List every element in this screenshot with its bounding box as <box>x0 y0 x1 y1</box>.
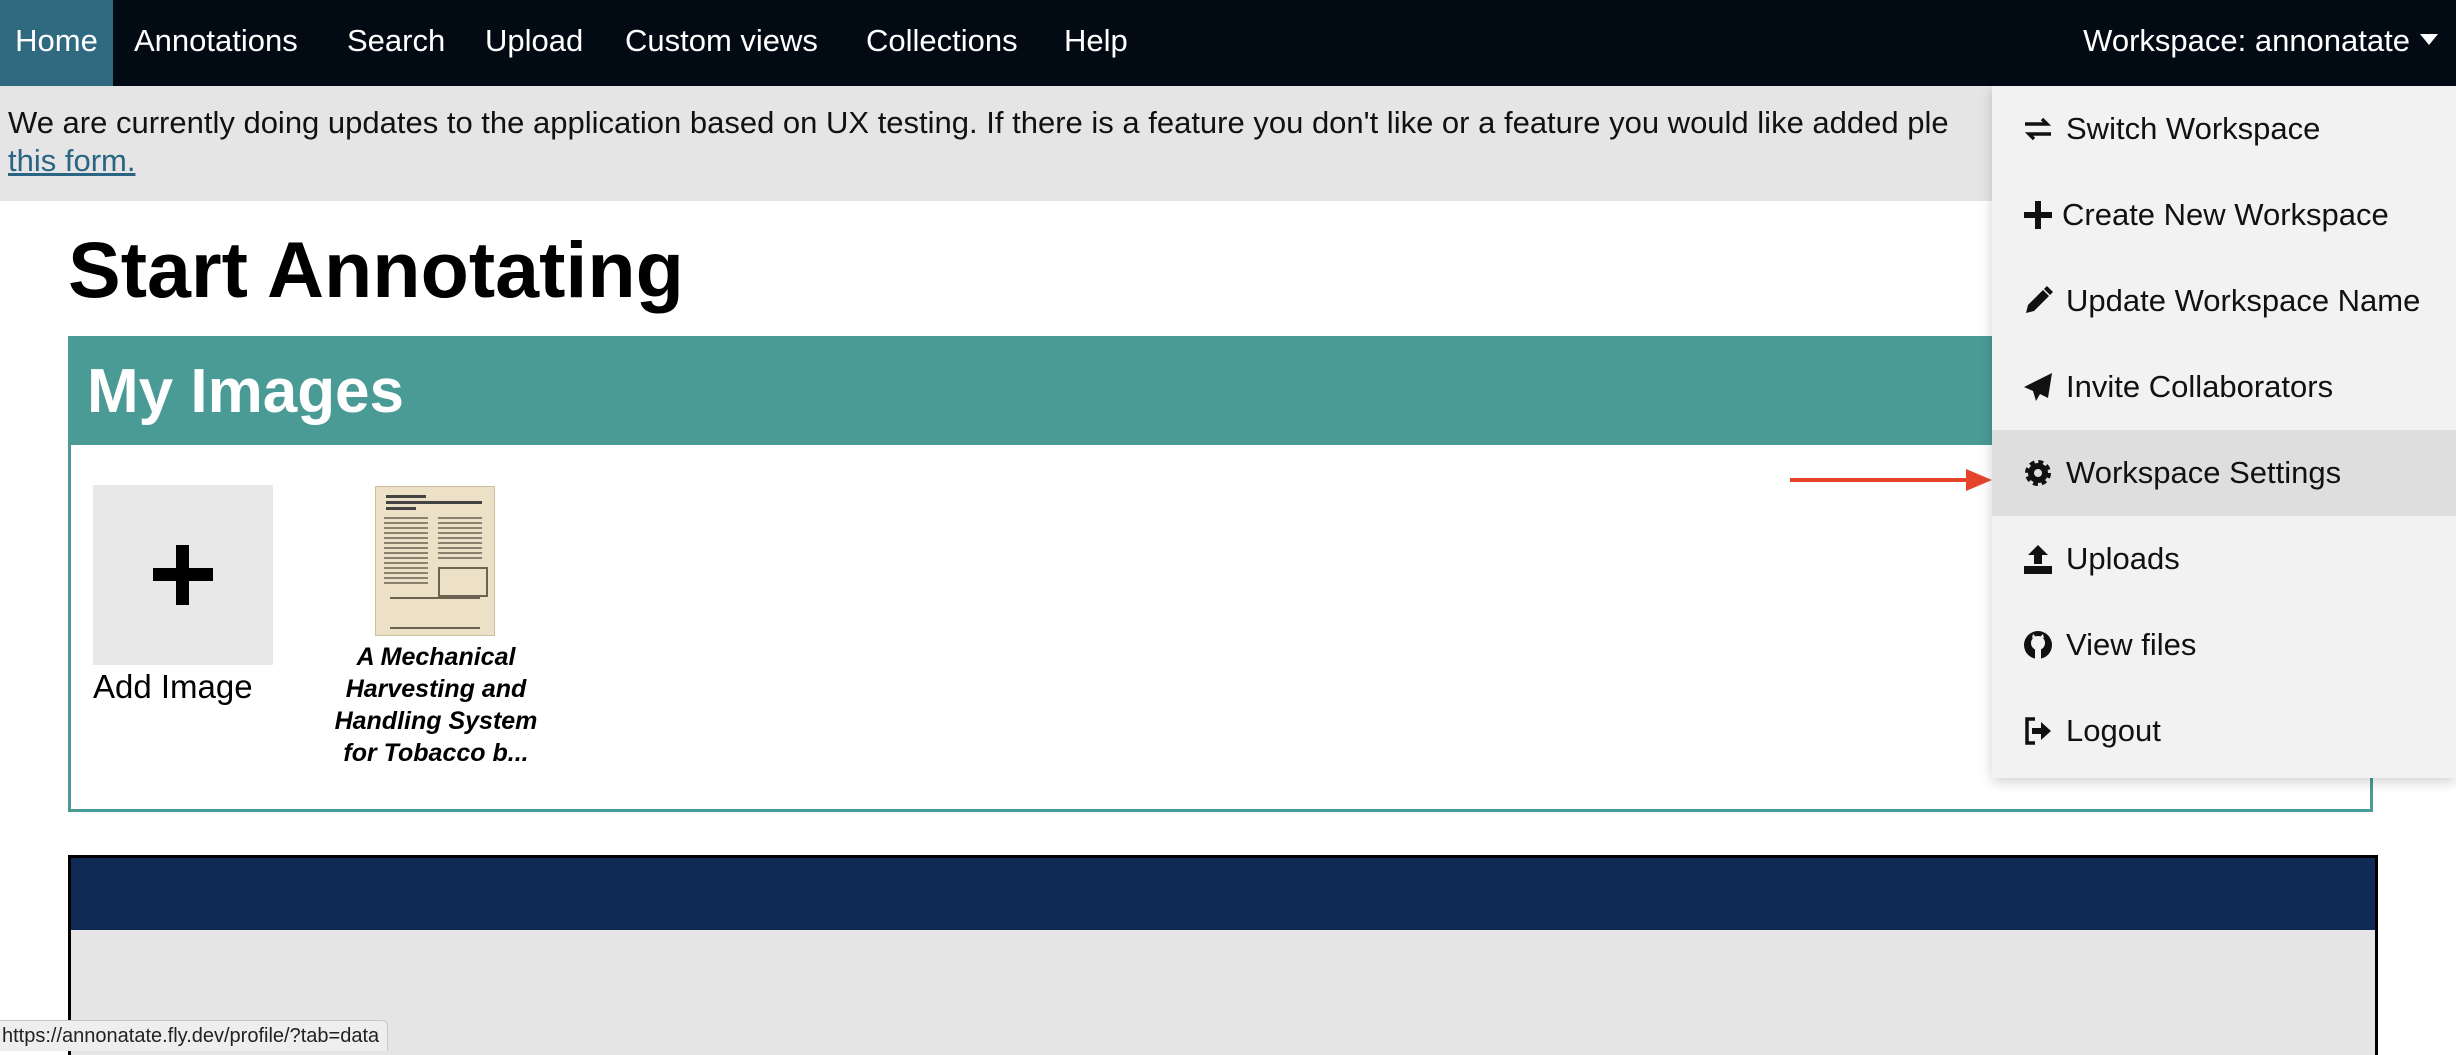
upload-icon <box>2024 545 2052 574</box>
menu-logout[interactable]: Logout <box>1992 688 2456 774</box>
menu-label: Switch Workspace <box>2066 111 2321 146</box>
workspace-menu: Switch Workspace Create New Workspace Up… <box>1992 86 2456 778</box>
menu-label: Update Workspace Name <box>2066 283 2421 318</box>
menu-switch-workspace[interactable]: Switch Workspace <box>1992 86 2456 172</box>
caret-down-icon <box>2420 34 2438 46</box>
top-navbar: Home Annotations Search Upload Custom vi… <box>0 0 2456 86</box>
annotation-arrow <box>1790 478 1970 482</box>
menu-invite-collaborators[interactable]: Invite Collaborators <box>1992 344 2456 430</box>
gear-icon <box>2025 460 2051 486</box>
nav-home[interactable]: Home <box>0 0 113 86</box>
notice-text: We are currently doing updates to the ap… <box>8 105 1949 140</box>
link-status-bar: https://annonatate.fly.dev/profile/?tab=… <box>0 1020 389 1051</box>
menu-label: Create New Workspace <box>2062 197 2389 232</box>
plus-icon <box>2024 201 2052 229</box>
arrow-head-icon <box>1966 469 1992 491</box>
nav-help[interactable]: Help <box>1064 0 1128 86</box>
menu-label: Invite Collaborators <box>2066 369 2334 404</box>
collections-card <box>68 855 2378 1055</box>
page-title: Start Annotating <box>68 225 684 314</box>
workspace-dropdown-toggle[interactable]: Workspace: annonatate <box>2083 0 2438 86</box>
menu-label: View files <box>2066 627 2197 662</box>
paper-plane-icon <box>2024 373 2052 401</box>
my-images-title: My Images <box>87 357 405 426</box>
github-icon <box>2024 631 2052 659</box>
menu-uploads[interactable]: Uploads <box>1992 516 2456 602</box>
menu-label: Logout <box>2066 713 2161 748</box>
image-caption[interactable]: A Mechanical Harvesting and Handling Sys… <box>326 641 546 769</box>
workspace-label: Workspace: annonatate <box>2083 23 2410 58</box>
nav-annotations[interactable]: Annotations <box>134 0 298 86</box>
menu-label: Uploads <box>2066 541 2180 576</box>
add-image-label[interactable]: Add Image <box>93 667 253 707</box>
menu-create-workspace[interactable]: Create New Workspace <box>1992 172 2456 258</box>
menu-update-workspace-name[interactable]: Update Workspace Name <box>1992 258 2456 344</box>
nav-collections[interactable]: Collections <box>866 0 1018 86</box>
nav-custom-views[interactable]: Custom views <box>625 0 818 86</box>
exchange-icon <box>2024 117 2052 141</box>
pencil-icon <box>2026 286 2053 313</box>
nav-search[interactable]: Search <box>347 0 445 86</box>
nav-upload[interactable]: Upload <box>485 0 583 86</box>
collections-card-header <box>71 858 2375 930</box>
menu-view-files[interactable]: View files <box>1992 602 2456 688</box>
menu-workspace-settings[interactable]: Workspace Settings <box>1992 430 2456 516</box>
menu-label: Workspace Settings <box>2066 455 2342 490</box>
notice-form-link[interactable]: this form. <box>8 142 135 180</box>
add-image-button[interactable] <box>93 485 273 665</box>
image-thumbnail[interactable] <box>376 487 494 635</box>
sign-out-icon <box>2025 717 2051 745</box>
